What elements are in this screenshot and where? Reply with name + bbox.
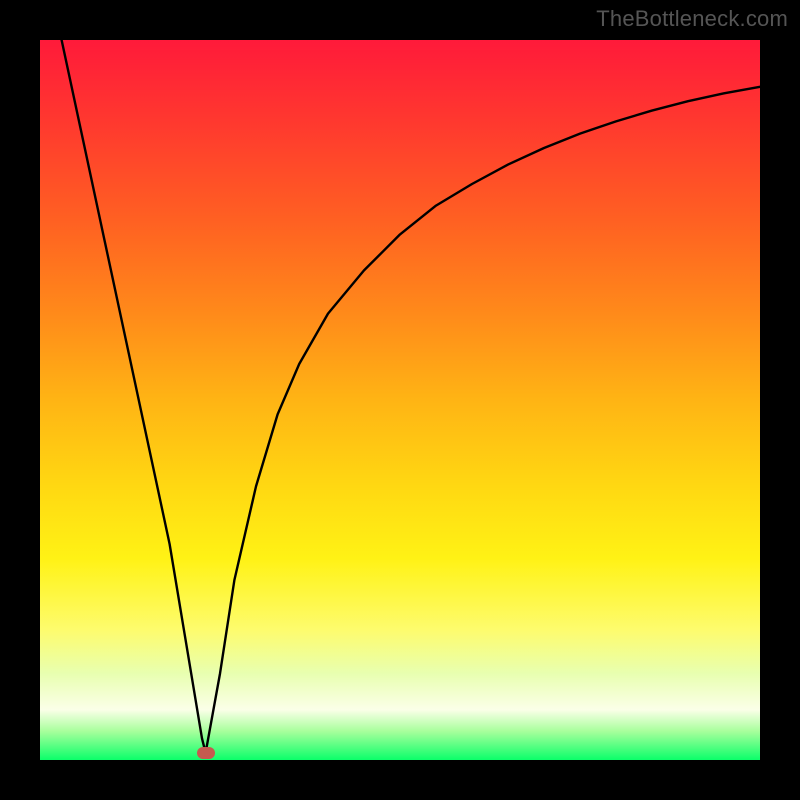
plot-area xyxy=(40,40,760,760)
optimal-marker xyxy=(197,747,215,759)
bottleneck-curve xyxy=(40,40,760,760)
watermark-text: TheBottleneck.com xyxy=(596,6,788,32)
chart-frame: TheBottleneck.com xyxy=(0,0,800,800)
